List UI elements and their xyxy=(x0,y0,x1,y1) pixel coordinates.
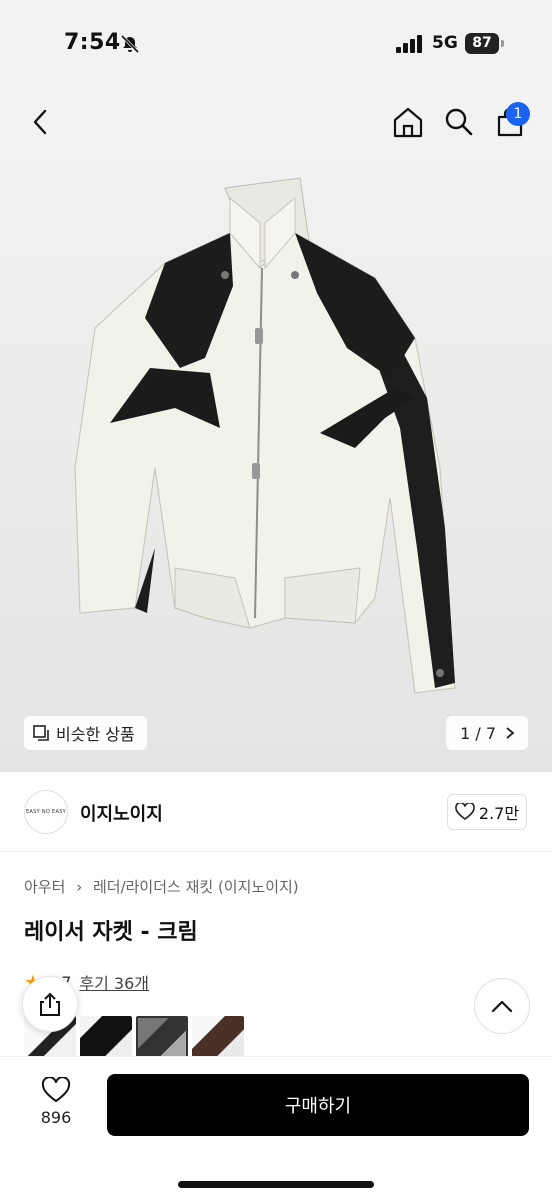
status-bar: 7:54 5G 87 xyxy=(0,0,552,88)
search-button[interactable] xyxy=(441,104,477,140)
buy-button[interactable]: 구매하기 xyxy=(107,1074,529,1136)
battery-level: 87 xyxy=(465,33,499,54)
wishlist-count: 896 xyxy=(40,1108,72,1127)
color-thumbnail[interactable] xyxy=(80,1016,132,1056)
home-button[interactable] xyxy=(390,104,426,140)
bottom-action-bar: 896 구매하기 xyxy=(0,1056,552,1200)
breadcrumb-separator: › xyxy=(76,878,83,896)
home-icon xyxy=(393,107,423,138)
home-indicator xyxy=(178,1181,374,1188)
breadcrumb: 아우터 › 레더/라이더스 재킷 (이지노이지) xyxy=(24,876,299,897)
breadcrumb-item[interactable]: 레더/라이더스 재킷 (이지노이지) xyxy=(93,878,299,896)
search-icon xyxy=(445,108,473,136)
brand-row[interactable]: EASY NO EASY 이지노이지 2.7만 xyxy=(0,772,552,852)
bell-off-icon xyxy=(120,34,140,54)
similar-products-button[interactable]: 비슷한 상품 xyxy=(24,716,147,750)
share-icon xyxy=(40,992,60,1016)
breadcrumb-item[interactable]: 아우터 xyxy=(24,878,65,896)
image-pager[interactable]: 1 / 7 xyxy=(446,716,528,750)
image-pager-text: 1 / 7 xyxy=(460,723,496,743)
status-time: 7:54 xyxy=(64,30,121,55)
network-type: 5G xyxy=(432,33,458,53)
chevron-up-icon xyxy=(491,1000,513,1013)
product-image xyxy=(74,177,456,694)
signal-icon xyxy=(396,35,422,53)
brand-name[interactable]: 이지노이지 xyxy=(80,800,163,826)
similar-products-label: 비슷한 상품 xyxy=(56,725,135,744)
brand-like-count: 2.7만 xyxy=(478,804,520,823)
product-title: 레이서 자켓 - 크림 xyxy=(24,920,198,945)
battery-indicator: 87 xyxy=(465,33,505,54)
scroll-top-button[interactable] xyxy=(474,978,530,1034)
color-thumbnail[interactable] xyxy=(192,1016,244,1056)
similar-icon xyxy=(33,725,49,741)
heart-icon xyxy=(41,1077,71,1103)
cart-badge: 1 xyxy=(506,102,530,126)
review-link[interactable]: 후기 36개 xyxy=(79,970,149,994)
chevron-right-icon xyxy=(506,727,515,739)
brand-like-button[interactable]: 2.7만 xyxy=(447,794,527,830)
back-icon xyxy=(33,109,47,135)
brand-logo[interactable]: EASY NO EASY xyxy=(24,790,68,834)
heart-icon xyxy=(455,803,475,820)
share-button[interactable] xyxy=(22,976,78,1032)
wishlist-button[interactable]: 896 xyxy=(28,1077,84,1127)
back-button[interactable] xyxy=(22,104,58,140)
color-thumbnail-selected[interactable] xyxy=(136,1016,188,1056)
